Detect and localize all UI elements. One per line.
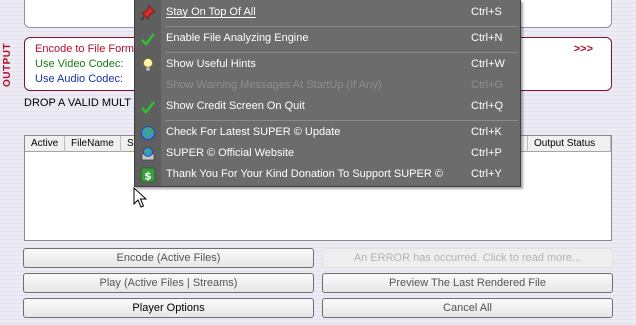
menu-item-check-update[interactable]: Check For Latest SUPER © Update Ctrl+K — [135, 122, 520, 144]
column-header-active[interactable]: Active — [25, 136, 65, 152]
menu-item-label: Show Useful Hints — [166, 58, 256, 70]
column-header-output-status[interactable]: Output Status — [527, 136, 611, 152]
output-section-label: OUTPUT — [2, 42, 13, 88]
checkmark-icon — [140, 99, 156, 115]
menu-item-shortcut: Ctrl+N — [471, 32, 503, 44]
menu-separator — [165, 52, 518, 53]
menu-item-shortcut: Ctrl+K — [471, 126, 502, 138]
menu-item-label: SUPER © Official Website — [166, 147, 295, 159]
menu-item-label: Show Credit Screen On Quit — [166, 100, 305, 112]
menu-item-label: Show Warning Messages At StartUp (If Any… — [166, 79, 382, 91]
dollar-icon: $ — [140, 167, 156, 183]
menu-item-shortcut: Ctrl+W — [471, 58, 505, 70]
menu-item-label: Thank You For Your Kind Donation To Supp… — [166, 168, 443, 180]
menu-item-shortcut: Ctrl+S — [471, 6, 502, 18]
play-button[interactable]: Play (Active Files | Streams) — [23, 273, 314, 293]
menu-item-enable-file-analyzing[interactable]: Enable File Analyzing Engine Ctrl+N — [135, 28, 520, 50]
menu-item-shortcut: Ctrl+P — [471, 147, 502, 159]
menu-item-donation[interactable]: $ Thank You For Your Kind Donation To Su… — [135, 164, 520, 186]
audio-codec-label[interactable]: Use Audio Codec: — [35, 73, 123, 85]
encode-format-label[interactable]: Encode to File Forma — [35, 43, 140, 55]
computer-globe-icon — [140, 146, 156, 162]
globe-icon — [140, 125, 156, 141]
menu-item-shortcut: Ctrl+Q — [471, 100, 504, 112]
menu-item-show-useful-hints[interactable]: Show Useful Hints Ctrl+W — [135, 54, 520, 76]
menu-item-shortcut: Ctrl+G — [471, 79, 504, 91]
menu-item-stay-on-top[interactable]: Stay On Top Of All Ctrl+S — [135, 2, 520, 24]
menu-item-label: Enable File Analyzing Engine — [166, 32, 309, 44]
expand-chevrons[interactable]: >>> — [574, 43, 593, 55]
menu-separator — [165, 26, 518, 27]
cancel-all-button[interactable]: Cancel All — [322, 298, 613, 318]
options-context-menu: Stay On Top Of All Ctrl+S Enable File An… — [134, 0, 521, 187]
encode-button[interactable]: Encode (Active Files) — [23, 248, 314, 268]
menu-item-show-credit-screen[interactable]: Show Credit Screen On Quit Ctrl+Q — [135, 96, 520, 118]
menu-item-shortcut: Ctrl+Y — [471, 168, 502, 180]
player-options-button[interactable]: Player Options — [23, 298, 314, 318]
menu-item-official-website[interactable]: SUPER © Official Website Ctrl+P — [135, 143, 520, 165]
menu-item-show-warning-messages[interactable]: Show Warning Messages At StartUp (If Any… — [135, 75, 520, 97]
pushpin-icon — [140, 5, 156, 21]
checkmark-icon — [140, 31, 156, 47]
video-codec-label[interactable]: Use Video Codec: — [35, 58, 123, 70]
error-message-button[interactable]: An ERROR has occurred. Click to read mor… — [322, 248, 613, 268]
drop-files-instruction: DROP A VALID MULT — [24, 97, 131, 109]
column-header-filename[interactable]: FileName — [65, 136, 121, 152]
lightbulb-icon — [140, 57, 156, 73]
preview-button[interactable]: Preview The Last Rendered File — [322, 273, 613, 293]
menu-separator — [165, 120, 518, 121]
svg-text:$: $ — [144, 170, 152, 183]
menu-item-label: Stay On Top Of All — [166, 6, 256, 18]
mouse-cursor-icon — [133, 186, 148, 212]
menu-item-label: Check For Latest SUPER © Update — [166, 126, 341, 138]
